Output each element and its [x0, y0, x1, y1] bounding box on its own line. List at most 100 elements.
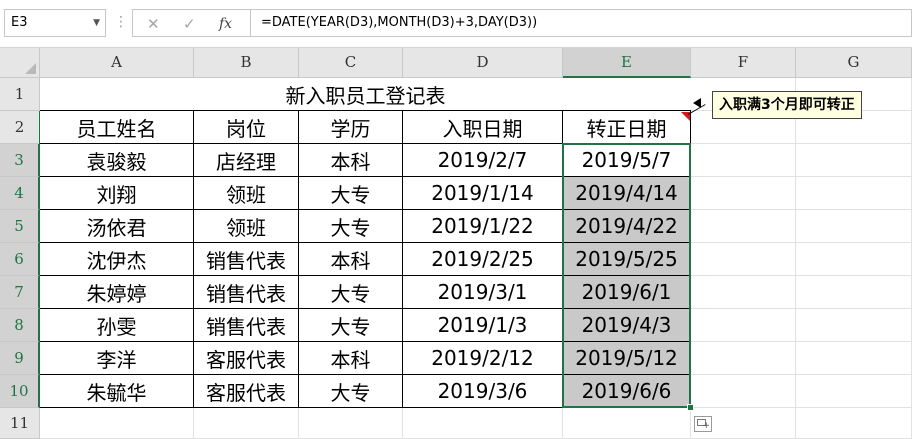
column-label[interactable]: 入职日期 — [403, 111, 563, 144]
table-cell[interactable]: 本科 — [299, 342, 403, 375]
table-cell[interactable]: 本科 — [299, 144, 403, 177]
column-header-d[interactable]: D — [403, 48, 563, 78]
table-cell[interactable]: 孙雯 — [40, 309, 194, 342]
table-cell[interactable]: 客服代表 — [194, 375, 299, 408]
row-header-11[interactable]: 11 — [0, 408, 40, 439]
column-header-f[interactable]: F — [691, 48, 796, 78]
row-header-3[interactable]: 3 — [0, 144, 40, 177]
table-cell[interactable]: 2019/1/3 — [403, 309, 563, 342]
table-cell[interactable]: 2019/1/22 — [403, 210, 563, 243]
table-cell[interactable]: 领班 — [194, 210, 299, 243]
table-cell[interactable]: 2019/2/12 — [403, 342, 563, 375]
column-label[interactable]: 学历 — [299, 111, 403, 144]
cell-g9[interactable] — [796, 342, 912, 375]
cell-a11[interactable] — [40, 408, 194, 439]
table-cell[interactable]: 大专 — [299, 210, 403, 243]
row-header-9[interactable]: 9 — [0, 342, 40, 375]
formula-input[interactable]: =DATE(YEAR(D3),MONTH(D3)+3,DAY(D3)) — [250, 9, 912, 37]
table-cell[interactable]: 销售代表 — [194, 276, 299, 309]
more-options-icon[interactable]: ⋮ — [114, 12, 128, 32]
worksheet-grid: A B C D E F G 1 2 3 4 5 6 7 8 9 10 11 新入职员工登记表 员工姓名 岗位 学历 入职日期… — [0, 48, 912, 439]
row-header-6[interactable]: 6 — [0, 243, 40, 276]
row-header-7[interactable]: 7 — [0, 276, 40, 309]
cell-g10[interactable] — [796, 375, 912, 408]
conversion-date-cell[interactable]: 2019/6/1 — [563, 276, 691, 309]
cell-g8[interactable] — [796, 309, 912, 342]
cell-g6[interactable] — [796, 243, 912, 276]
formula-bar-area: E3 ▼ ⋮ ✕ ✓ fx =DATE(YEAR(D3),MONTH(D3)+3… — [0, 0, 912, 48]
conversion-date-cell[interactable]: 2019/4/3 — [563, 309, 691, 342]
table-cell[interactable]: 2019/1/14 — [403, 177, 563, 210]
cell-g3[interactable] — [796, 144, 912, 177]
row-header-8[interactable]: 8 — [0, 309, 40, 342]
table-cell[interactable]: 客服代表 — [194, 342, 299, 375]
insert-function-icon[interactable]: fx — [219, 13, 232, 35]
table-title[interactable]: 新入职员工登记表 — [40, 78, 691, 111]
table-cell[interactable]: 2019/3/6 — [403, 375, 563, 408]
table-cell[interactable]: 朱毓华 — [40, 375, 194, 408]
select-all-button[interactable] — [0, 48, 40, 78]
cell-f6[interactable] — [691, 243, 796, 276]
conversion-date-cell[interactable]: 2019/4/22 — [563, 210, 691, 243]
name-box[interactable]: E3 ▼ — [4, 9, 106, 37]
table-cell[interactable]: 大专 — [299, 375, 403, 408]
table-cell[interactable]: 大专 — [299, 309, 403, 342]
chevron-down-icon[interactable]: ▼ — [93, 10, 100, 36]
row-header-1[interactable]: 1 — [0, 78, 40, 111]
cell-g7[interactable] — [796, 276, 912, 309]
column-label[interactable]: 员工姓名 — [40, 111, 194, 144]
table-cell[interactable]: 2019/2/7 — [403, 144, 563, 177]
table-cell[interactable]: 朱婷婷 — [40, 276, 194, 309]
enter-icon[interactable]: ✓ — [183, 13, 196, 35]
conversion-date-cell[interactable]: 2019/5/25 — [563, 243, 691, 276]
table-cell[interactable]: 店经理 — [194, 144, 299, 177]
table-cell[interactable]: 大专 — [299, 177, 403, 210]
table-cell[interactable]: 领班 — [194, 177, 299, 210]
table-cell[interactable]: 2019/3/1 — [403, 276, 563, 309]
cell-g4[interactable] — [796, 177, 912, 210]
cell-f5[interactable] — [691, 210, 796, 243]
name-box-value: E3 — [11, 15, 28, 30]
conversion-date-cell[interactable]: 2019/5/12 — [563, 342, 691, 375]
column-label[interactable]: 转正日期 — [563, 111, 691, 144]
conversion-date-cell[interactable]: 2019/6/6 — [563, 375, 691, 408]
cell-f7[interactable] — [691, 276, 796, 309]
table-cell[interactable]: 2019/2/25 — [403, 243, 563, 276]
row-header-10[interactable]: 10 — [0, 375, 40, 408]
fill-handle[interactable] — [687, 404, 694, 411]
comment-box[interactable]: 入职满3个月即可转正 — [712, 91, 862, 119]
cell-f8[interactable] — [691, 309, 796, 342]
conversion-date-cell[interactable]: 2019/5/7 — [563, 144, 691, 177]
row-header-5[interactable]: 5 — [0, 210, 40, 243]
table-cell[interactable]: 李洋 — [40, 342, 194, 375]
column-header-e[interactable]: E — [563, 48, 691, 78]
column-header-c[interactable]: C — [299, 48, 403, 78]
table-cell[interactable]: 销售代表 — [194, 243, 299, 276]
row-header-4[interactable]: 4 — [0, 177, 40, 210]
cell-f10[interactable] — [691, 375, 796, 408]
table-cell[interactable]: 大专 — [299, 276, 403, 309]
column-header-g[interactable]: G — [796, 48, 912, 78]
cancel-icon[interactable]: ✕ — [147, 13, 160, 35]
cell-g5[interactable] — [796, 210, 912, 243]
cell-f3[interactable] — [691, 144, 796, 177]
cell-f9[interactable] — [691, 342, 796, 375]
cell-d11[interactable] — [403, 408, 563, 439]
cell-b11[interactable] — [194, 408, 299, 439]
cell-g11[interactable] — [796, 408, 912, 439]
table-cell[interactable]: 袁骏毅 — [40, 144, 194, 177]
quick-analysis-icon[interactable]: + — [694, 416, 712, 432]
conversion-date-cell[interactable]: 2019/4/14 — [563, 177, 691, 210]
cell-f4[interactable] — [691, 177, 796, 210]
cell-e11[interactable] — [563, 408, 691, 439]
column-label[interactable]: 岗位 — [194, 111, 299, 144]
table-cell[interactable]: 沈伊杰 — [40, 243, 194, 276]
cell-c11[interactable] — [299, 408, 403, 439]
column-header-a[interactable]: A — [40, 48, 194, 78]
column-header-b[interactable]: B — [194, 48, 299, 78]
table-cell[interactable]: 销售代表 — [194, 309, 299, 342]
table-cell[interactable]: 刘翔 — [40, 177, 194, 210]
row-header-2[interactable]: 2 — [0, 111, 40, 144]
table-cell[interactable]: 汤依君 — [40, 210, 194, 243]
table-cell[interactable]: 本科 — [299, 243, 403, 276]
